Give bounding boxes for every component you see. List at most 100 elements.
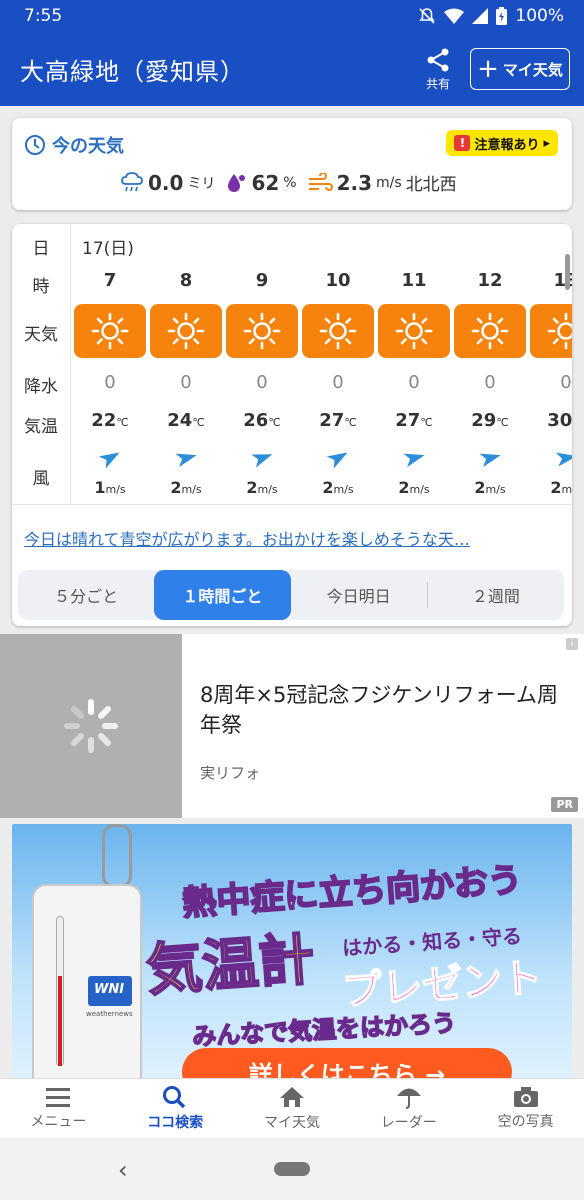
signal-icon (472, 8, 489, 24)
tab-2weeks[interactable]: ２週間 (428, 570, 564, 620)
precip-amount: 0 (560, 372, 572, 393)
weather-tile (378, 304, 450, 358)
home-pill[interactable] (274, 1162, 310, 1176)
plus-icon: + (477, 54, 499, 84)
wni-logo-text: WNI (94, 982, 125, 997)
nav-my-weather-label: マイ天気 (263, 1115, 320, 1131)
wind-speed: 2m/s (528, 478, 572, 497)
temperature-unit: ℃ (344, 416, 357, 429)
nav-menu[interactable]: メニュー (0, 1079, 117, 1138)
precip-amount: 0 (256, 372, 268, 393)
alert-badge[interactable]: ! 注意報あり ▸ (446, 130, 558, 156)
current-humidity: 62 % (225, 170, 297, 195)
forecast-summary-link[interactable]: 今日は晴れて青空が広がります。お出かけを楽しめそうな天… (24, 526, 470, 550)
banner-cta-button[interactable]: 詳しくはこちら → (182, 1048, 512, 1080)
warning-icon: ! (454, 135, 471, 151)
wind-speed-value: 1 (94, 478, 106, 497)
label-column-divider (70, 224, 71, 504)
keychain-ring (102, 824, 132, 888)
temperature: 22℃ (72, 410, 148, 431)
temperature: 30℃ (528, 410, 572, 431)
wni-logo: WNI (88, 976, 132, 1006)
row-label-hour: 時 (32, 277, 50, 297)
chevron-right-icon: ▸ (543, 135, 550, 151)
banner-headline: 熱中症に立ち向かおう (180, 859, 524, 925)
loading-spinner-icon (64, 699, 118, 753)
current-weather-heading: 今の天気 (24, 132, 124, 158)
wind-speed: 2m/s (300, 478, 376, 497)
camera-icon (513, 1087, 538, 1107)
hour-value: 8 (179, 270, 193, 291)
sun-icon (166, 311, 206, 351)
wind-direction-arrow-icon (555, 452, 572, 467)
share-label: 共有 (425, 76, 450, 91)
add-my-weather-button[interactable]: + マイ天気 (470, 48, 570, 90)
weather-tile (226, 304, 298, 358)
current-precip: 0.0 ミリ (120, 171, 215, 195)
current-weather-title: 今の天気 (52, 136, 124, 157)
status-bar: 7:55 100% (0, 0, 584, 32)
temperature-value: 27 (319, 410, 345, 431)
battery-level: 100% (515, 6, 564, 26)
share-icon (427, 48, 449, 71)
wind-direction: 北北西 (405, 175, 457, 195)
wind-speed-unit: m/s (181, 483, 202, 496)
nav-radar-label: レーダー (380, 1115, 437, 1131)
weather-tile (530, 304, 572, 358)
temperature-unit: ℃ (496, 416, 509, 429)
nav-radar[interactable]: レーダー (350, 1079, 467, 1138)
tab-today-tomorrow[interactable]: 今日明日 (291, 570, 427, 620)
wind-direction-arrow-icon (479, 453, 501, 468)
temperature-value: 27 (395, 410, 421, 431)
current-weather-card[interactable]: 今の天気 ! 注意報あり ▸ 0.0 ミリ 62 % 2.3 m/s 北北西 (12, 118, 572, 210)
wind-speed-value: 2 (322, 478, 334, 497)
temperature-unit: ℃ (192, 416, 205, 429)
ad-title[interactable]: 8周年×5冠記念フジケンリフォーム周年祭 (200, 680, 570, 740)
nav-my-weather[interactable]: マイ天気 (234, 1079, 351, 1138)
temperature: 24℃ (148, 410, 224, 431)
ad-thumbnail (0, 634, 182, 818)
ad-block[interactable]: 8周年×5冠記念フジケンリフォーム周年祭 実リフォ i PR (0, 634, 584, 818)
wind-speed-value: 2 (398, 478, 410, 497)
divider (12, 504, 572, 505)
notifications-off-icon (419, 8, 435, 24)
wind-speed: 2m/s (452, 478, 528, 497)
scrollbar[interactable] (565, 254, 570, 290)
hour-column: 8 0 24℃ 2m/s (148, 224, 224, 504)
hour-column: 10 0 27℃ 2m/s (300, 224, 376, 504)
share-button[interactable]: 共有 (414, 47, 462, 92)
sun-icon (242, 311, 282, 351)
status-time: 7:55 (24, 6, 63, 26)
weather-tile (454, 304, 526, 358)
humidity-value: 62 (251, 170, 280, 195)
search-icon (163, 1086, 186, 1109)
wind-speed-value: 2 (246, 478, 258, 497)
back-icon[interactable]: ‹ (118, 1156, 128, 1184)
tab-5min[interactable]: ５分ごと (18, 570, 154, 620)
wind-speed-unit: m/s (561, 483, 572, 496)
precip-value: 0.0 (148, 170, 184, 195)
humidity-unit: % (283, 174, 297, 191)
hour-value: 7 (103, 270, 117, 291)
campaign-banner[interactable]: WNI weathernews 熱中症に立ち向かおう 気温計 はかる・知る・守る… (12, 824, 572, 1080)
hourly-forecast-card: 日 時 天気 降水 気温 風 17(日) 7 0 22℃ 1m/s 8 0 24℃ 2m/s 9… (12, 224, 572, 626)
precip-amount: 0 (332, 372, 344, 393)
temperature-unit: ℃ (268, 416, 281, 429)
thermometer-fluid (58, 976, 62, 1066)
tab-hourly[interactable]: １時間ごと (154, 570, 291, 620)
temperature: 27℃ (300, 410, 376, 431)
sun-icon (394, 311, 434, 351)
precip-amount: 0 (104, 372, 116, 393)
wind-value: 2.3 (336, 170, 373, 195)
nav-search[interactable]: ココ検索 (117, 1079, 234, 1138)
hour-column: 11 0 27℃ 2m/s (376, 224, 452, 504)
row-label-precip: 降水 (24, 377, 58, 397)
ad-info-icon[interactable]: i (566, 638, 578, 650)
nav-sky-photos[interactable]: 空の写真 (467, 1079, 584, 1138)
weather-tile (150, 304, 222, 358)
page-title: 大高緑地（愛知県） (20, 57, 245, 86)
thermometer-image: WNI weathernews (32, 884, 142, 1080)
sun-icon (90, 311, 130, 351)
temperature-unit: ℃ (420, 416, 433, 429)
temperature: 27℃ (376, 410, 452, 431)
